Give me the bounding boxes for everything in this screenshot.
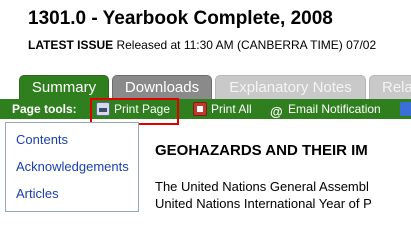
page: 1301.0 - Yearbook Complete, 2008 LATEST …	[0, 0, 411, 212]
tab-summary[interactable]: Summary	[19, 75, 109, 99]
sidebar-link-acknowledgements[interactable]: Acknowledgements	[16, 159, 129, 174]
page-tools-bar: Page tools: Print Page Print All @ Email …	[0, 99, 411, 119]
tab-explanatory-notes[interactable]: Explanatory Notes	[215, 75, 366, 99]
at-sign-icon: @	[270, 104, 283, 119]
latest-issue-label: LATEST ISSUE	[28, 38, 114, 52]
tab-related[interactable]: Rela	[369, 75, 411, 99]
print-page-label: Print Page	[114, 102, 171, 116]
printer-icon	[96, 102, 110, 116]
print-page-button[interactable]: Print Page	[96, 99, 170, 119]
page-tools-label: Page tools:	[12, 102, 77, 116]
rss-icon	[400, 102, 411, 116]
print-all-button[interactable]: Print All	[193, 99, 252, 119]
sidebar-link-contents[interactable]: Contents	[16, 132, 68, 147]
rss-button[interactable]	[400, 99, 411, 119]
email-notification-label: Email Notification	[288, 102, 381, 116]
email-notification-button[interactable]: @ Email Notification	[270, 99, 381, 119]
page-title: 1301.0 - Yearbook Complete, 2008	[28, 8, 333, 29]
sidebar: Contents Acknowledgements Articles	[5, 122, 139, 212]
article-heading: GEOHAZARDS AND THEIR IM	[155, 142, 368, 159]
tab-downloads[interactable]: Downloads	[112, 75, 212, 99]
sidebar-link-articles[interactable]: Articles	[16, 186, 59, 201]
release-info: Released at 11:30 AM (CANBERRA TIME) 07/…	[116, 38, 377, 52]
issue-line: LATEST ISSUE Released at 11:30 AM (CANBE…	[28, 38, 376, 52]
article-text-line: United Nations International Year of P	[155, 196, 372, 211]
print-all-label: Print All	[211, 102, 252, 116]
print-all-icon	[193, 102, 207, 116]
article-text-line: The United Nations General Assembl	[155, 179, 369, 194]
